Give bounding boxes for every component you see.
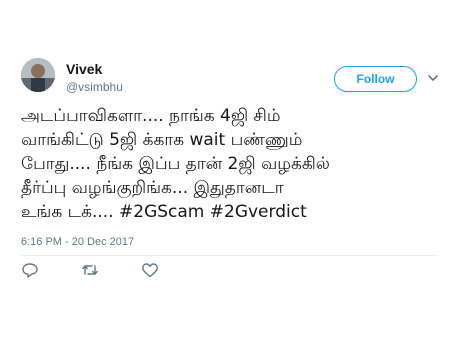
divider — [21, 255, 437, 256]
display-name[interactable]: Vivek — [66, 61, 102, 77]
follow-button[interactable]: Follow — [334, 66, 417, 92]
tweet-text: அடப்பாவிகளா.... நாங்க 4ஜி சிம் வாங்கிட்ட… — [21, 106, 330, 222]
timestamp[interactable]: 6:16 PM - 20 Dec 2017 — [21, 236, 134, 248]
chevron-down-icon[interactable] — [428, 74, 438, 82]
like-icon[interactable] — [141, 262, 159, 278]
avatar[interactable] — [21, 58, 55, 92]
retweet-icon[interactable] — [81, 262, 99, 278]
user-handle[interactable]: @vsimbhu — [66, 80, 123, 94]
tweet-card: Vivek @vsimbhu Follow அடப்பாவிகளா.... நா… — [0, 0, 451, 338]
reply-icon[interactable] — [21, 262, 39, 278]
